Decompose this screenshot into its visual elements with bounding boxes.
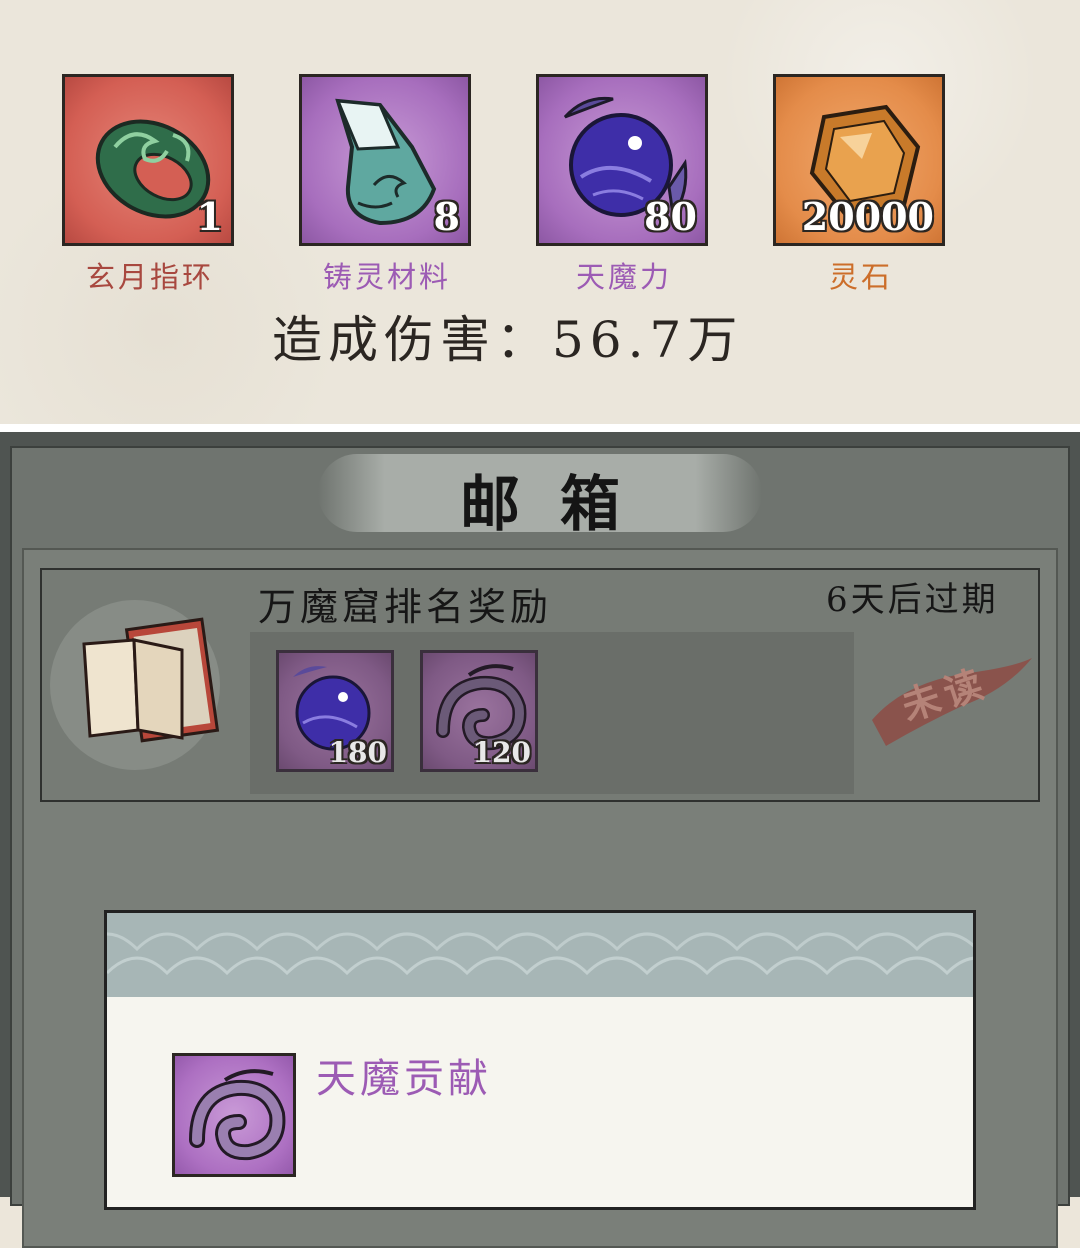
reward-qty: 1 bbox=[196, 194, 223, 239]
reward-frame: 8 bbox=[299, 74, 471, 246]
detail-item-icon bbox=[172, 1053, 296, 1177]
reward-qty: 8 bbox=[433, 194, 460, 239]
mail-subject: 万魔窟排名奖励 bbox=[258, 585, 553, 629]
reward-frame: 1 bbox=[62, 74, 234, 246]
damage-text: 造成伤害：56.7万 bbox=[272, 311, 744, 369]
reward-name: 天魔力 bbox=[575, 260, 672, 294]
mail-book-icon bbox=[82, 617, 220, 743]
attachment-qty: 180 bbox=[328, 736, 387, 769]
reward-name: 玄月指环 bbox=[85, 260, 214, 294]
reward-frame: 20000 bbox=[773, 74, 945, 246]
demon-serpent-icon bbox=[189, 1069, 286, 1161]
reward-item-demon-orb[interactable]: 80 天魔力 bbox=[536, 74, 712, 296]
reward-frame: 80 bbox=[536, 74, 708, 246]
divider bbox=[0, 424, 1080, 432]
mailbox-title: 邮箱 bbox=[460, 470, 660, 540]
reward-name: 铸灵材料 bbox=[322, 260, 451, 294]
mail-icon-backdrop bbox=[50, 600, 220, 770]
reward-item-jade-ring[interactable]: 1 玄月指环 bbox=[62, 74, 238, 296]
mail-expire: 6天后过期 bbox=[826, 580, 999, 620]
reward-qty: 20000 bbox=[801, 194, 934, 239]
card-header bbox=[107, 913, 973, 997]
reward-name: 灵石 bbox=[828, 260, 893, 294]
attachment-demon-orb[interactable]: 180 bbox=[276, 650, 394, 772]
reward-item-spirit-stone[interactable]: 20000 灵石 bbox=[773, 74, 949, 296]
attachment-qty: 120 bbox=[472, 736, 531, 769]
wave-pattern bbox=[107, 932, 973, 976]
reward-qty: 80 bbox=[644, 194, 697, 239]
reward-item-spirit-crystal[interactable]: 8 铸灵材料 bbox=[299, 74, 475, 296]
detail-item-name: 天魔贡献 bbox=[316, 1056, 492, 1102]
attachment-demon-serpent[interactable]: 120 bbox=[420, 650, 538, 772]
